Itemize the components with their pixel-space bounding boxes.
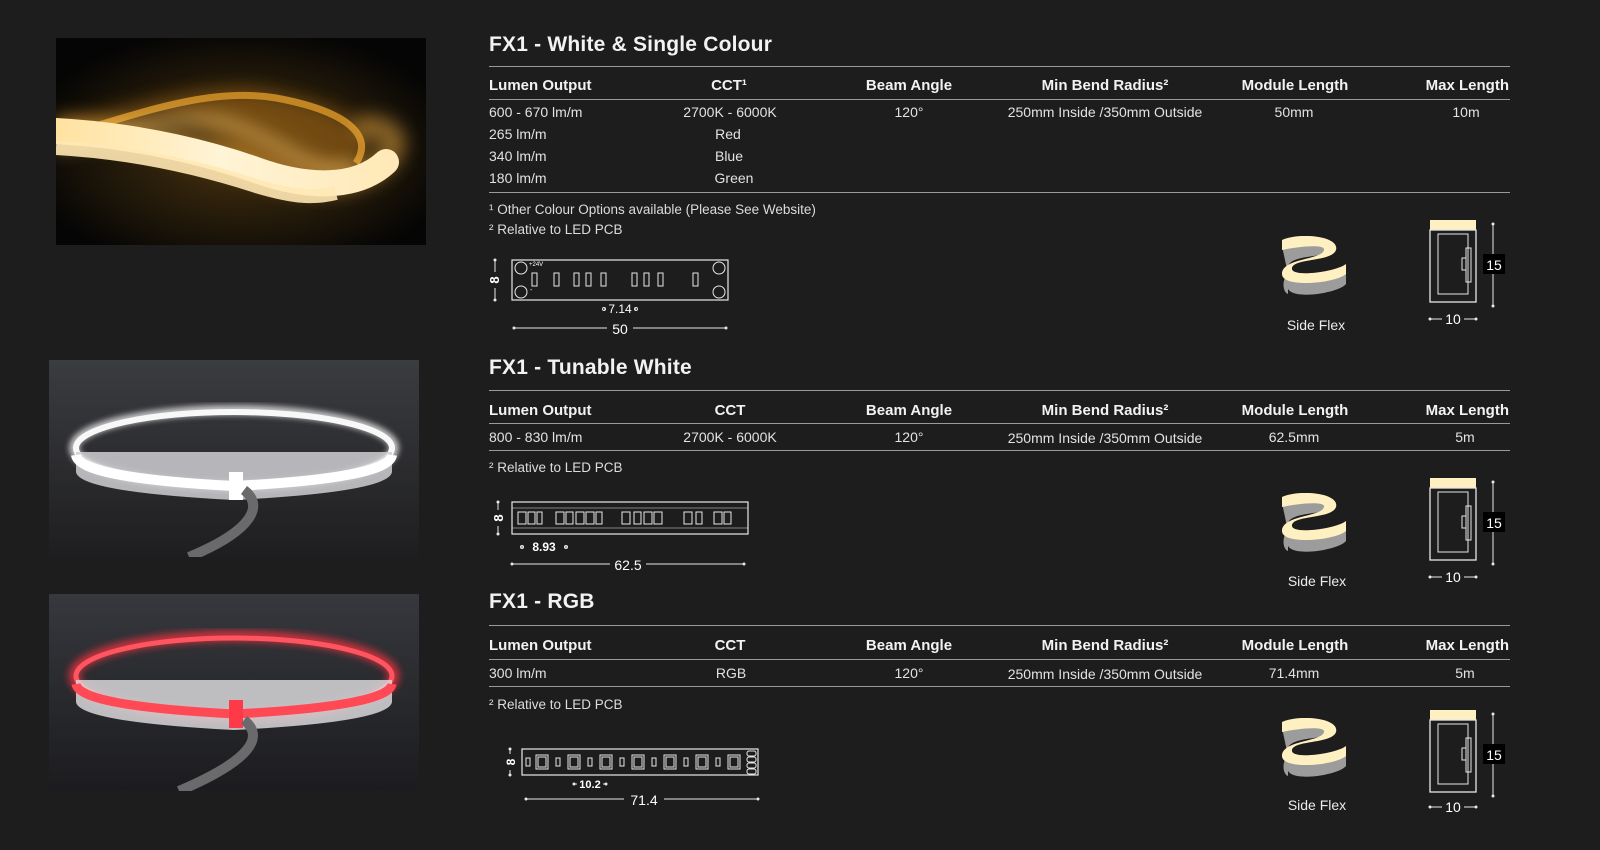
pcb-diagram: +24V - 8 7.14 50	[487, 258, 729, 337]
cell-beam: 120°	[894, 665, 924, 681]
pcb-pitch-label: 10.2	[579, 779, 600, 791]
header-beam-angle: Beam Angle	[865, 77, 953, 94]
pcb-height-label: 8	[491, 514, 506, 521]
footnote-colour-options: ¹ Other Colour Options available (Please…	[489, 202, 816, 217]
cell-lumen: 300 lm/m	[489, 665, 547, 681]
pcb-length-label: 62.5	[614, 557, 641, 573]
divider	[489, 450, 1510, 451]
profile-height-label: 15	[1486, 257, 1502, 273]
pcb-height-label: 8	[487, 276, 502, 283]
divider	[489, 686, 1510, 687]
header-module-length: Module Length	[1241, 637, 1349, 654]
side-flex-label: Side Flex	[1287, 573, 1347, 589]
side-flex-icon	[1282, 236, 1346, 295]
header-max-length: Max Length	[1425, 637, 1509, 654]
header-max-length: Max Length	[1425, 402, 1509, 419]
footnote-relative-pcb: ² Relative to LED PCB	[489, 697, 623, 712]
divider	[489, 390, 1510, 391]
header-cct: CCT	[714, 637, 746, 654]
cell-module: 50mm	[1274, 104, 1314, 120]
header-min-bend-radius: Min Bend Radius²	[1041, 637, 1169, 654]
cell-module: 62.5mm	[1268, 429, 1320, 445]
profile-height-label: 15	[1486, 747, 1502, 763]
divider	[489, 423, 1510, 424]
divider	[489, 99, 1510, 100]
pcb-height-label: 8	[504, 758, 518, 765]
header-module-length: Module Length	[1241, 402, 1349, 419]
header-module-length: Module Length	[1241, 77, 1349, 94]
pcb-diagram: 8 10.2 71.4	[503, 747, 760, 808]
cell-lumen: 180 lm/m	[489, 170, 547, 186]
side-flex-label: Side Flex	[1286, 317, 1346, 333]
cell-max: 5m	[1455, 665, 1475, 681]
pcb-length-label: 50	[612, 321, 628, 337]
header-lumen-output: Lumen Output	[489, 402, 592, 419]
tunable-white-ring-photo	[49, 360, 419, 557]
profile-cross-section: 15 10	[1428, 478, 1505, 585]
warm-white-strip-photo	[56, 38, 426, 245]
footnote-relative-pcb: ² Relative to LED PCB	[489, 460, 623, 475]
cell-lumen: 800 - 830 lm/m	[489, 429, 583, 445]
cell-bend: 250mm Inside /350mm Outside	[1007, 104, 1203, 120]
header-lumen-output: Lumen Output	[489, 637, 592, 654]
cell-beam: 120°	[894, 104, 924, 120]
cell-cct: 2700K - 6000K	[683, 104, 777, 120]
profile-cross-section: 15 10	[1428, 220, 1505, 327]
profile-width-label: 10	[1445, 799, 1461, 815]
cell-max: 5m	[1455, 429, 1475, 445]
divider	[489, 192, 1510, 193]
pcb-pitch-label: 8.93	[532, 540, 556, 554]
header-beam-angle: Beam Angle	[865, 637, 953, 654]
cell-cct: RGB	[715, 665, 747, 681]
cell-cct: Red	[715, 126, 741, 142]
pcb-length-label: 71.4	[630, 792, 657, 808]
header-cct: CCT¹	[711, 77, 747, 94]
profile-cross-section: 15 10	[1428, 710, 1505, 815]
header-cct: CCT	[714, 402, 746, 419]
profile-width-label: 10	[1445, 311, 1461, 327]
cell-beam: 120°	[894, 429, 924, 445]
cell-cct: 2700K - 6000K	[683, 429, 777, 445]
side-flex-icon	[1282, 493, 1346, 552]
header-max-length: Max Length	[1425, 77, 1509, 94]
cell-bend: 250mm Inside /350mm Outside	[1007, 430, 1203, 446]
profile-height-label: 15	[1486, 515, 1502, 531]
cell-max: 10m	[1452, 104, 1480, 120]
voltage-label: +24V	[529, 262, 543, 268]
section-title-white-single-colour: FX1 - White & Single Colour	[489, 33, 773, 56]
divider	[489, 625, 1510, 626]
cell-lumen: 600 - 670 lm/m	[489, 104, 583, 120]
header-beam-angle: Beam Angle	[865, 402, 953, 419]
header-lumen-output: Lumen Output	[489, 77, 592, 94]
divider	[489, 659, 1510, 660]
divider	[489, 66, 1510, 67]
profile-width-label: 10	[1445, 569, 1461, 585]
cell-module: 71.4mm	[1268, 665, 1320, 681]
header-min-bend-radius: Min Bend Radius²	[1041, 77, 1169, 94]
side-flex-label: Side Flex	[1287, 797, 1347, 813]
pcb-pitch-label: 7.14	[608, 302, 632, 316]
section-title-rgb: FX1 - RGB	[489, 590, 595, 613]
pcb-diagram: 8 8.93 62.5	[491, 500, 749, 573]
minus-label: -	[530, 287, 533, 294]
footnote-relative-pcb: ² Relative to LED PCB	[489, 222, 623, 237]
cell-bend: 250mm Inside /350mm Outside	[1007, 666, 1203, 682]
cell-lumen: 265 lm/m	[489, 126, 547, 142]
cell-cct: Green	[714, 170, 754, 186]
cell-cct: Blue	[714, 148, 744, 164]
section-title-tunable-white: FX1 - Tunable White	[489, 356, 692, 379]
side-flex-icon	[1282, 718, 1346, 777]
rgb-ring-photo	[49, 594, 419, 791]
header-min-bend-radius: Min Bend Radius²	[1041, 402, 1169, 419]
cell-lumen: 340 lm/m	[489, 148, 547, 164]
